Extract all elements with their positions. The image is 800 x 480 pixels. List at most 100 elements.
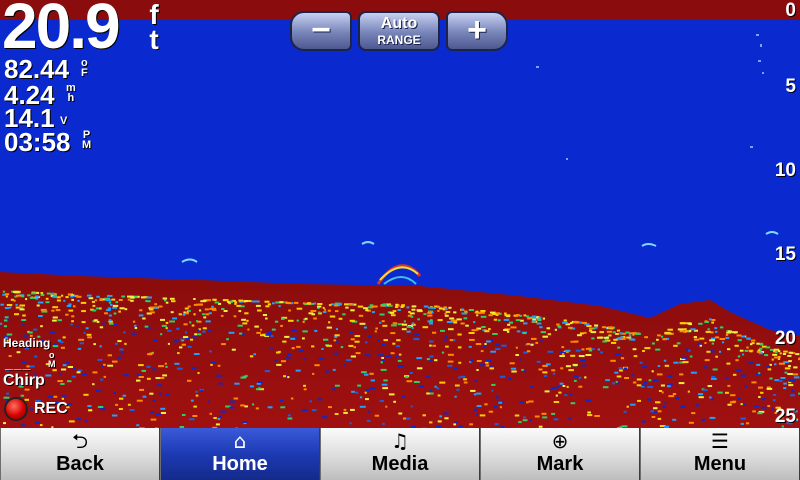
sonar-speckle [3,325,7,328]
sonar-speckle [215,423,220,426]
sonar-speckle [167,329,172,332]
sonar-speckle [488,314,493,317]
sonar-speckle [709,339,715,342]
record-button[interactable]: REC [4,395,68,423]
sonar-speckle [237,324,243,327]
sonar-speckle [278,305,281,308]
sonar-speckle [476,369,479,371]
sonar-speckle [748,362,754,365]
sonar-speckle [377,339,380,342]
sonar-speckle [740,417,746,420]
sonar-speckle [281,317,285,320]
sonar-speckle [711,376,716,378]
back-button[interactable]: ⮌ Back [0,428,160,480]
sonar-speckle [36,304,40,307]
sonar-speckle [480,310,486,312]
sonar-speckle [641,420,646,423]
sonar-speckle [702,389,708,391]
sonar-speckle [718,350,722,353]
sonar-speckle [288,309,291,312]
sonar-speckle [79,342,84,345]
sonar-speckle [311,345,315,348]
sonar-speckle [551,412,556,415]
sonar-speckle [57,380,63,383]
sonar-speckle [641,366,648,369]
sonar-speckle [242,421,248,423]
sonar-speckle [381,357,384,359]
sonar-speckle [233,315,237,318]
sonar-speckle [765,346,771,349]
sonar-speckle [141,369,146,372]
sonar-speckle [542,335,548,338]
sonar-speckle [570,402,576,405]
sonar-speckle [542,317,545,320]
sonar-speckle [302,302,306,305]
sonar-speckle [83,393,89,396]
sonar-speckle [575,349,581,352]
sonar-speckle [409,372,413,374]
sonar-speckle [691,412,696,415]
sonar-speckle [442,412,449,415]
sonar-speckle [481,326,486,328]
home-button[interactable]: ⌂ Home [160,428,320,480]
sonar-speckle [662,338,667,341]
sonar-speckle [783,382,787,385]
sonar-speckle [228,331,235,334]
sonar-speckle [523,314,527,317]
sonar-speckle [104,312,108,315]
sonar-speckle [349,303,353,305]
sonar-speckle [536,360,541,363]
sonar-speckle [113,323,117,326]
sonar-speckle [560,367,564,370]
sonar-speckle [359,322,366,325]
sonar-speckle [473,393,477,396]
sonar-speckle [657,417,662,420]
sonar-speckle [651,416,656,418]
sonar-speckle [440,329,445,332]
sonar-speckle [784,371,788,374]
sonar-speckle [642,384,647,387]
sonar-speckle [453,311,457,314]
media-button[interactable]: ♫ Media [320,428,480,480]
sonar-speckle [429,322,433,325]
sonar-speckle [573,375,579,378]
sonar-speckle [437,394,441,397]
range-decrease-button[interactable]: − [290,11,352,51]
sonar-speckle [712,368,718,371]
sonar-speckle [134,324,137,327]
sonar-speckle [21,295,25,298]
sonar-speckle [287,376,290,379]
sonar-speckle [644,347,651,350]
sonar-speckle [115,403,118,406]
sonar-speckle [161,324,167,327]
sonar-speckle [267,406,273,409]
sonar-speckle [197,333,202,336]
sonar-speckle [296,307,303,310]
range-auto-button[interactable]: Auto RANGE [358,11,440,51]
sonar-speckle [119,348,124,351]
sonar-speckle [442,308,446,311]
sonar-speckle [542,371,548,374]
mark-button[interactable]: ⊕ Mark [480,428,640,480]
sonar-speckle [314,364,320,367]
sonar-speckle [138,376,144,378]
sonar-speckle [160,412,166,414]
sonar-speckle [350,338,355,341]
sonar-speckle [715,355,718,358]
sonar-speckle [223,310,228,312]
sonar-speckle [311,313,315,316]
sonar-speckle [503,329,509,331]
sonar-speckle [296,345,301,348]
sonar-speckle [767,368,772,371]
sonar-speckle [704,359,710,362]
sonar-speckle [260,328,263,331]
sonar-view[interactable] [0,0,800,428]
range-increase-button[interactable]: + [446,11,508,51]
sonar-speckle [515,346,518,349]
sonar-speckle [651,342,655,345]
sonar-speckle [403,320,406,323]
sonar-speckle [381,320,385,323]
sonar-speckle [369,372,374,375]
sonar-speckle [51,309,55,312]
menu-button[interactable]: ☰ Menu [640,428,800,480]
